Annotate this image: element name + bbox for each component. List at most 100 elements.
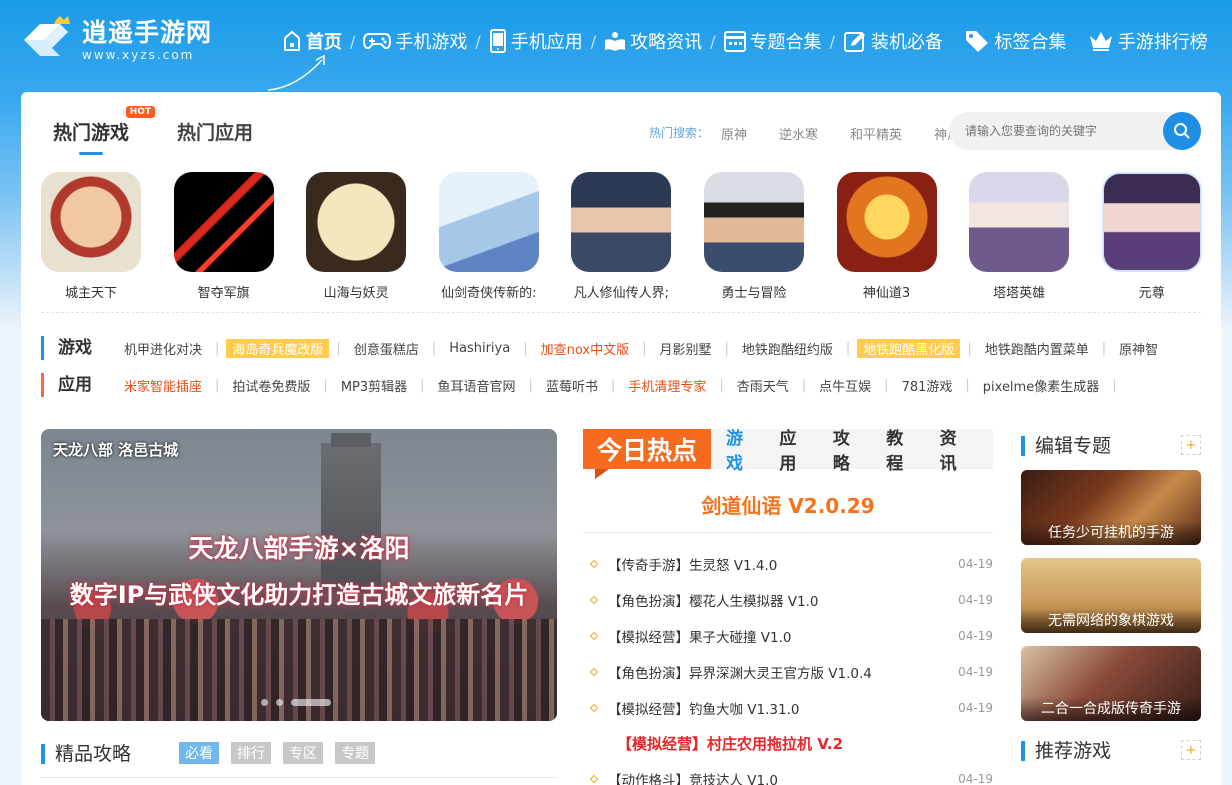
banner-dot[interactable] [276, 699, 283, 706]
nav-label-essentials: 装机必备 [870, 32, 943, 53]
nav-item-mobile-apps[interactable]: 手机应用 [489, 28, 583, 54]
nav-item-rankings[interactable]: 手游排行榜 [1088, 28, 1208, 54]
guide-tag[interactable]: 排行 [231, 742, 271, 764]
keyword-separator: | [965, 377, 970, 393]
game-item[interactable]: 山海与妖灵 [306, 172, 439, 301]
app-keyword[interactable]: pixelme像素生成器 [977, 376, 1105, 395]
game-keyword[interactable]: Hashiriya [443, 341, 516, 356]
bullet-diamond-icon [589, 595, 599, 605]
topic-card[interactable]: 任务少可挂机的手游 [1021, 470, 1201, 545]
hot-today-tabs: 游戏 应用 攻略 教程 资讯 [726, 429, 993, 474]
news-item[interactable]: 【动作格斗】竞技达人 V1.0 04-19 [589, 761, 993, 785]
topic-card[interactable]: 二合一合成版传奇手游 [1021, 646, 1201, 721]
game-item[interactable]: 凡人修仙传人界; [571, 172, 704, 301]
hot-tab-games[interactable]: 游戏 [726, 424, 756, 474]
nav-item-tags[interactable]: 标签合集 [964, 28, 1066, 54]
keyword-separator: | [642, 340, 647, 356]
topic-card[interactable]: 无需网络的象棋游戏 [1021, 558, 1201, 633]
search-button[interactable] [1163, 112, 1201, 150]
edit-icon [843, 32, 865, 52]
hot-tab-apps[interactable]: 应用 [779, 424, 809, 474]
site-logo[interactable]: 逍遥手游网 www.xyzs.com [20, 16, 212, 64]
app-keyword[interactable]: 点牛互娱 [813, 376, 877, 395]
app-keyword[interactable]: 781游戏 [896, 376, 959, 395]
banner-carousel[interactable]: 天龙八部 洛邑古城 天龙八部手游×洛阳 数字IP与武侠文化助力打造古城文旅新名片 [41, 429, 557, 721]
app-keyword[interactable]: MP3剪辑器 [335, 376, 413, 395]
keyword-separator: | [523, 340, 528, 356]
news-title: 【模拟经营】钓鱼大咖 V1.31.0 [608, 702, 800, 718]
app-keyword[interactable]: 拍试卷免费版 [226, 376, 316, 395]
game-icon-junqi [173, 172, 274, 272]
banner-dot-active[interactable] [291, 699, 331, 706]
game-item[interactable]: 塔塔英雄 [969, 172, 1102, 301]
hot-tab-news[interactable]: 资讯 [940, 424, 970, 474]
keyword-separator: | [845, 340, 851, 356]
nav-item-home[interactable]: 首页 [282, 28, 342, 54]
app-keyword[interactable]: 鱼耳语音官网 [432, 376, 522, 395]
news-date: 04-19 [958, 701, 993, 715]
game-keyword[interactable]: 海岛奇兵魔改版 [226, 338, 330, 358]
keyword-separator: | [1112, 377, 1117, 393]
guide-tag[interactable]: 专题 [335, 742, 375, 764]
news-item[interactable]: 【传奇手游】生灵怒 V1.4.0 04-19 [589, 546, 993, 582]
nav-item-guides-news[interactable]: 攻略资讯 [604, 28, 702, 54]
app-keyword[interactable]: 杏雨天气 [731, 376, 795, 395]
search-input[interactable] [965, 112, 1155, 150]
calendar-icon [723, 31, 746, 52]
tab-hot-apps[interactable]: 热门应用 [177, 118, 253, 155]
game-name: 神仙道3 [862, 286, 911, 301]
game-item[interactable]: 智夺军旗 [173, 172, 307, 301]
nav-separator: / [829, 31, 835, 51]
hot-today-title: 今日热点 [583, 429, 711, 479]
news-item[interactable]: 【角色扮演】樱花人生模拟器 V1.0 04-19 [589, 582, 993, 618]
keyword-separator: | [801, 377, 807, 393]
guide-tag[interactable]: 必看 [179, 742, 219, 764]
hot-search-keyword[interactable]: 原神 [715, 124, 753, 143]
game-keyword[interactable]: 地铁跑酷纽约版 [736, 339, 839, 358]
game-item[interactable]: 勇士与冒险 [703, 172, 837, 301]
game-item[interactable]: 仙剑奇侠传新的: [438, 172, 572, 301]
app-keyword[interactable]: 米家智能插座 [118, 376, 208, 395]
game-keyword[interactable]: 地铁跑酷内置菜单 [979, 339, 1095, 358]
tab-hot-apps-label: 热门应用 [177, 122, 254, 144]
game-keyword[interactable]: 加查nox中文版 [535, 339, 636, 358]
nav-item-essentials[interactable]: 装机必备 [843, 28, 943, 54]
recommended-more-icon[interactable]: + [1181, 740, 1201, 760]
game-keyword[interactable]: 月影别墅 [653, 339, 717, 358]
bullet-diamond-icon [589, 631, 599, 641]
game-name: 城主天下 [64, 286, 117, 301]
nav-item-topics[interactable]: 专题合集 [723, 28, 822, 54]
app-keyword[interactable]: 手机清理专家 [622, 376, 712, 395]
hot-tab-guides[interactable]: 攻略 [833, 424, 863, 474]
hot-search-keyword[interactable]: 和平精英 [844, 124, 908, 143]
app-keyword-row: 应用 米家智能插座 | 拍试卷免费版 | MP3剪辑器 | 鱼耳语音官网 | 蓝莓听书 |… [41, 372, 1201, 398]
guide-tag[interactable]: 专区 [283, 742, 323, 764]
game-item[interactable]: 元尊 [1101, 172, 1232, 301]
hot-search-keyword[interactable]: 逆水寒 [773, 124, 824, 143]
tab-hot-games[interactable]: 热门游戏 HOT [53, 106, 156, 155]
keyword-separator: | [215, 377, 220, 393]
keyword-separator: | [431, 340, 437, 356]
featured-news-red[interactable]: 【模拟经营】村庄农用拖拉机 V.2 [617, 733, 843, 754]
logo-title: 逍遥手游网 [82, 18, 213, 47]
nav-item-mobile-games[interactable]: 手机游戏 [363, 28, 467, 54]
game-keyword[interactable]: 创意蛋糕店 [348, 339, 425, 358]
game-icon-xianjian [438, 172, 539, 272]
editor-topics-more-icon[interactable]: + [1181, 435, 1201, 455]
search-icon [1174, 123, 1190, 139]
game-item[interactable]: 城主天下 [41, 172, 174, 301]
hot-tab-tutorials[interactable]: 教程 [886, 424, 916, 474]
game-item[interactable]: 神仙道3 [836, 172, 970, 301]
game-keyword[interactable]: 机甲进化对决 [118, 339, 208, 358]
news-item[interactable]: 【模拟经营】果子大碰撞 V1.0 04-19 [589, 618, 993, 654]
game-keyword[interactable]: 地铁跑酷黑化版 [857, 338, 961, 358]
news-item[interactable]: 【模拟经营】钓鱼大咖 V1.31.0 04-19 [589, 690, 993, 726]
news-item[interactable]: 【角色扮演】异界深渊大灵王官方版 V1.0.4 04-19 [589, 654, 993, 690]
news-title: 【角色扮演】樱花人生模拟器 V1.0 [608, 594, 819, 610]
banner-dot[interactable] [261, 699, 268, 706]
main-nav: 首页 / 手机游戏 / 手机应用 / 攻略资讯 / 专题合集 / 装机必备 / … [282, 26, 1208, 56]
app-keyword[interactable]: 蓝莓听书 [540, 376, 604, 395]
game-keyword[interactable]: 原神智 [1113, 339, 1164, 358]
hot-today-headline[interactable]: 剑道仙语 V2.0.29 [583, 490, 993, 519]
main-card: 热门游戏 HOT 热门应用 热门搜索： 原神 逆水寒 和平精英 神庙逃亡2 城主… [21, 92, 1221, 785]
